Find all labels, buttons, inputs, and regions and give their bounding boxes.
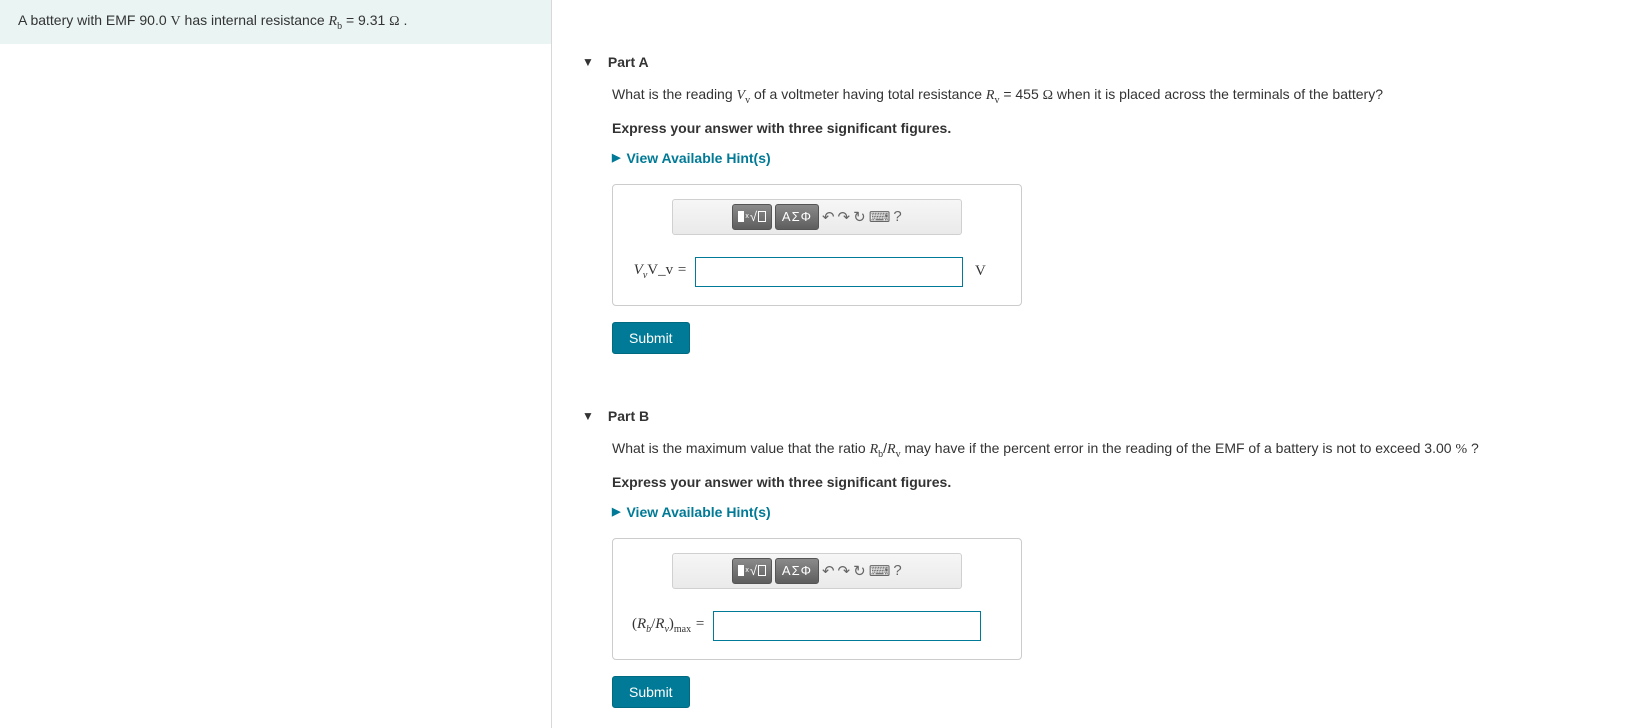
hints-label: View Available Hint(s) bbox=[626, 150, 770, 166]
right-panel: ▼ Part A What is the reading Vv of a vol… bbox=[552, 0, 1631, 728]
part-b-instruction: Express your answer with three significa… bbox=[612, 474, 1601, 490]
help-button[interactable]: ? bbox=[893, 562, 901, 579]
undo-button[interactable]: ↶ bbox=[822, 208, 835, 226]
undo-icon: ↶ bbox=[822, 209, 835, 226]
equation-toolbar: x√ ΑΣΦ ↶ ↷ ↻ ⌨ ? bbox=[672, 553, 962, 589]
keyboard-icon: ⌨ bbox=[869, 563, 891, 580]
emf-unit: V bbox=[171, 14, 181, 29]
reset-icon: ↻ bbox=[853, 209, 866, 226]
problem-statement: A battery with EMF 90.0 V has internal r… bbox=[0, 0, 551, 44]
redo-icon: ↷ bbox=[838, 563, 851, 580]
part-a-instruction: Express your answer with three significa… bbox=[612, 120, 1601, 136]
part-b-question: What is the maximum value that the ratio… bbox=[612, 438, 1601, 462]
help-button[interactable]: ? bbox=[893, 208, 901, 225]
undo-button[interactable]: ↶ bbox=[822, 562, 835, 580]
templates-icon: x√ bbox=[738, 209, 766, 224]
templates-button[interactable]: x√ bbox=[732, 204, 772, 230]
keyboard-icon: ⌨ bbox=[869, 209, 891, 226]
problem-text-prefix: A battery with EMF 90.0 bbox=[18, 12, 171, 28]
part-b-var-label: (Rb/Rv)max = bbox=[627, 616, 705, 635]
part-b-submit-button[interactable]: Submit bbox=[612, 676, 690, 708]
triangle-right-icon: ▶ bbox=[612, 151, 620, 164]
redo-button[interactable]: ↷ bbox=[838, 208, 851, 226]
part-a-header[interactable]: ▼ Part A bbox=[552, 40, 1631, 84]
part-a-input-row: VvV_v = V bbox=[627, 257, 1007, 287]
part-a-submit-button[interactable]: Submit bbox=[612, 322, 690, 354]
part-b: ▼ Part B What is the maximum value that … bbox=[552, 394, 1631, 708]
part-b-answer-box: x√ ΑΣΦ ↶ ↷ ↻ ⌨ ? (Rb/Rv)max = bbox=[612, 538, 1022, 660]
part-b-title: Part B bbox=[608, 408, 649, 424]
left-panel: A battery with EMF 90.0 V has internal r… bbox=[0, 0, 552, 728]
part-a-var-label: VvV_v = bbox=[627, 262, 687, 281]
part-a: ▼ Part A What is the reading Vv of a vol… bbox=[552, 40, 1631, 354]
keyboard-button[interactable]: ⌨ bbox=[869, 562, 891, 580]
part-b-input-row: (Rb/Rv)max = bbox=[627, 611, 1007, 641]
reset-button[interactable]: ↻ bbox=[853, 562, 866, 580]
triangle-right-icon: ▶ bbox=[612, 505, 620, 518]
templates-icon: x√ bbox=[738, 563, 766, 578]
redo-icon: ↷ bbox=[838, 209, 851, 226]
part-b-hints-toggle[interactable]: ▶ View Available Hint(s) bbox=[612, 504, 1601, 520]
rb-eq: = 9.31 bbox=[342, 12, 389, 28]
part-a-answer-box: x√ ΑΣΦ ↶ ↷ ↻ ⌨ ? VvV_v = V bbox=[612, 184, 1022, 306]
problem-suffix: . bbox=[400, 12, 408, 28]
part-a-unit-label: V bbox=[975, 263, 986, 280]
caret-down-icon: ▼ bbox=[582, 55, 594, 69]
caret-down-icon: ▼ bbox=[582, 409, 594, 423]
part-b-body: What is the maximum value that the ratio… bbox=[552, 438, 1631, 708]
part-a-question: What is the reading Vv of a voltmeter ha… bbox=[612, 84, 1601, 108]
problem-text-mid: has internal resistance bbox=[181, 12, 329, 28]
redo-button[interactable]: ↷ bbox=[838, 562, 851, 580]
part-a-answer-input[interactable] bbox=[695, 257, 963, 287]
equation-toolbar: x√ ΑΣΦ ↶ ↷ ↻ ⌨ ? bbox=[672, 199, 962, 235]
part-b-header[interactable]: ▼ Part B bbox=[552, 394, 1631, 438]
hints-label: View Available Hint(s) bbox=[626, 504, 770, 520]
rb-var: R bbox=[329, 14, 338, 29]
reset-button[interactable]: ↻ bbox=[853, 208, 866, 226]
part-a-body: What is the reading Vv of a voltmeter ha… bbox=[552, 84, 1631, 354]
keyboard-button[interactable]: ⌨ bbox=[869, 208, 891, 226]
reset-icon: ↻ bbox=[853, 563, 866, 580]
part-a-hints-toggle[interactable]: ▶ View Available Hint(s) bbox=[612, 150, 1601, 166]
templates-button[interactable]: x√ bbox=[732, 558, 772, 584]
undo-icon: ↶ bbox=[822, 563, 835, 580]
part-b-answer-input[interactable] bbox=[713, 611, 981, 641]
greek-button[interactable]: ΑΣΦ bbox=[775, 204, 819, 230]
rb-unit: Ω bbox=[389, 14, 399, 29]
part-a-title: Part A bbox=[608, 54, 649, 70]
greek-button[interactable]: ΑΣΦ bbox=[775, 558, 819, 584]
